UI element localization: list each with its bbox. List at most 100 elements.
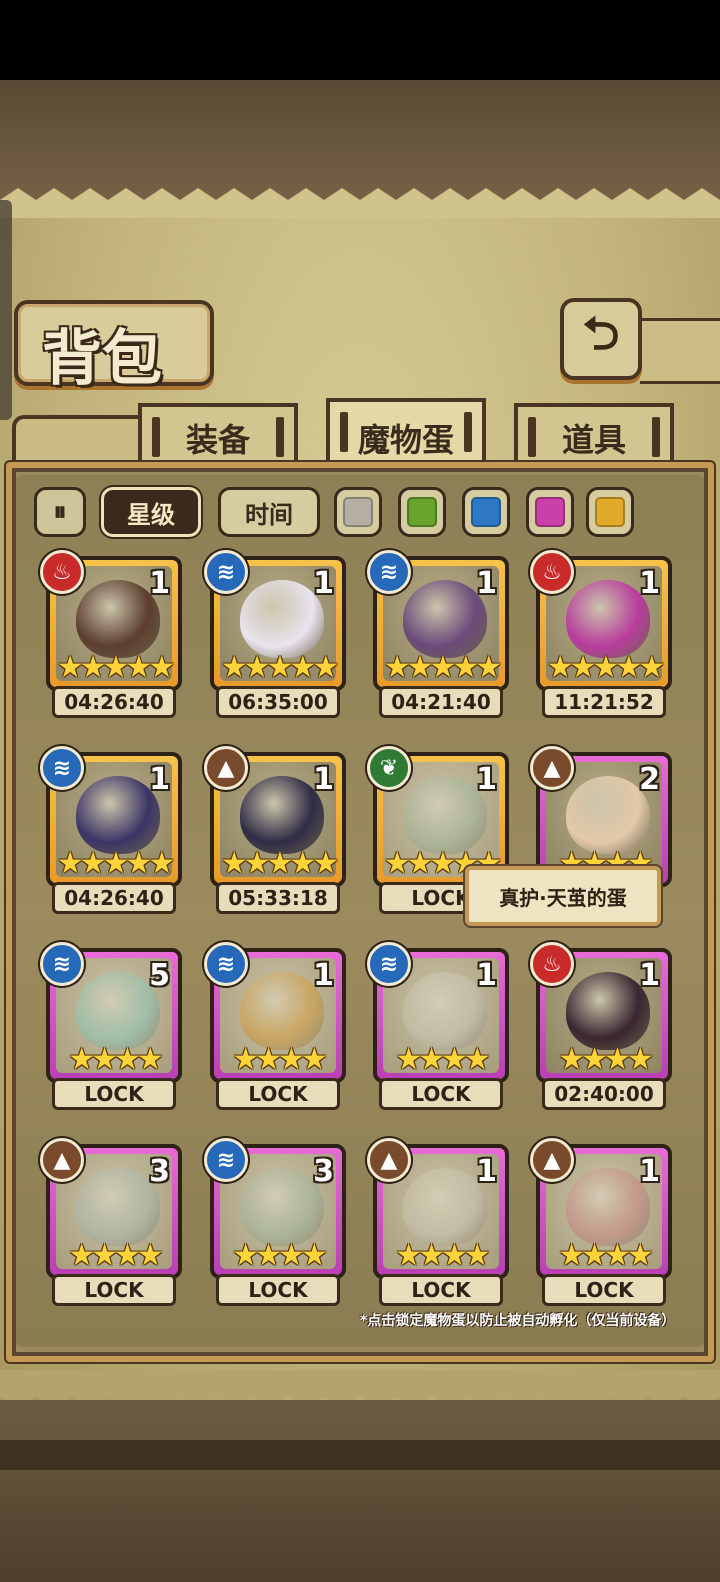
tab-ornament	[528, 417, 536, 457]
tab-strip-left	[12, 415, 142, 467]
star-rating: ★★★★★	[220, 650, 339, 685]
earth-element-icon: ▲	[530, 1138, 574, 1182]
lock-label[interactable]: LOCK	[216, 1078, 340, 1110]
sort-by-time-button[interactable]: 时间	[218, 487, 320, 537]
earth-element-icon: ▲	[367, 1138, 411, 1182]
parchment-torn-edge-top	[0, 188, 720, 218]
star-rating: ★★★★★	[383, 650, 502, 685]
hatch-timer: 04:26:40	[52, 686, 176, 718]
star-rating: ★★★★	[232, 1238, 328, 1273]
water-element-icon: ≋	[204, 942, 248, 986]
monster-egg-image	[403, 580, 487, 658]
page-title-plate: 背包	[14, 300, 214, 394]
monster-egg-image	[403, 972, 487, 1050]
egg-count: 3	[313, 1154, 334, 1189]
star-rating: ★★★★	[395, 1042, 491, 1077]
egg-count: 1	[313, 762, 334, 797]
egg-count: 1	[639, 958, 660, 993]
monster-egg-image	[566, 972, 650, 1050]
egg-count: 2	[639, 762, 660, 797]
monster-egg-image	[240, 972, 324, 1050]
tab-label: 装备	[185, 421, 250, 459]
tab-equipment[interactable]: 装备	[138, 403, 298, 469]
monster-egg-image	[566, 776, 650, 854]
tab-label: 魔物蛋	[357, 421, 454, 459]
star-rating: ★★★★	[558, 1238, 654, 1273]
egg-count: 5	[149, 958, 170, 993]
tab-ornament	[276, 417, 284, 457]
tab-ornament	[340, 412, 348, 452]
grass-element-icon: ❦	[367, 746, 411, 790]
hatch-timer: 04:26:40	[52, 882, 176, 914]
back-button-rail	[640, 318, 720, 384]
color-filter-chip	[343, 497, 373, 527]
monster-egg-image	[76, 776, 160, 854]
egg-count: 1	[639, 1154, 660, 1189]
lock-label[interactable]: LOCK	[379, 1274, 503, 1306]
fire-element-icon: ♨	[40, 550, 84, 594]
water-element-icon: ≋	[367, 550, 411, 594]
lock-label[interactable]: LOCK	[216, 1274, 340, 1306]
map-background-bottom	[0, 1400, 720, 1582]
color-filter-button[interactable]	[334, 487, 382, 537]
lock-label[interactable]: LOCK	[379, 1078, 503, 1110]
back-button[interactable]: ⮌	[560, 298, 642, 380]
tab-ornament	[652, 417, 660, 457]
monster-egg-image	[76, 580, 160, 658]
tab-ornament	[152, 417, 160, 457]
egg-count: 1	[476, 762, 497, 797]
sort-by-star-button[interactable]: 星级	[101, 487, 201, 537]
sort-order-button[interactable]: ⏸	[34, 487, 86, 537]
earth-element-icon: ▲	[40, 1138, 84, 1182]
monster-egg-image	[403, 776, 487, 854]
egg-count: 1	[476, 958, 497, 993]
water-element-icon: ≋	[204, 550, 248, 594]
star-rating: ★★★★	[558, 1042, 654, 1077]
hatch-timer: 02:40:00	[542, 1078, 666, 1110]
color-filter-button[interactable]	[526, 487, 574, 537]
egg-count: 3	[149, 1154, 170, 1189]
bottom-divider	[0, 1440, 720, 1470]
sort-order-icon: ⏸	[53, 496, 67, 527]
star-rating: ★★★★★	[56, 846, 175, 881]
return-icon: ⮌	[582, 306, 620, 360]
star-rating: ★★★★	[68, 1042, 164, 1077]
color-filter-button[interactable]	[398, 487, 446, 537]
color-filter-chip	[535, 497, 565, 527]
hatch-timer: 06:35:00	[216, 686, 340, 718]
egg-count: 1	[639, 566, 660, 601]
lock-label[interactable]: LOCK	[52, 1274, 176, 1306]
monster-egg-image	[240, 1168, 324, 1246]
tab-items[interactable]: 道具	[514, 403, 674, 469]
monster-egg-image	[403, 1168, 487, 1246]
hatch-timer: 05:33:18	[216, 882, 340, 914]
lock-label[interactable]: LOCK	[542, 1274, 666, 1306]
star-rating: ★★★★	[232, 1042, 328, 1077]
color-filter-chip	[595, 497, 625, 527]
hatch-timer: 04:21:40	[379, 686, 503, 718]
color-filter-button[interactable]	[586, 487, 634, 537]
egg-count: 1	[149, 762, 170, 797]
color-filter-button[interactable]	[462, 487, 510, 537]
water-element-icon: ≋	[204, 1138, 248, 1182]
side-drawer-handle[interactable]	[0, 200, 12, 420]
star-rating: ★★★★	[395, 1238, 491, 1273]
hatch-timer: 11:21:52	[542, 686, 666, 718]
egg-count: 1	[149, 566, 170, 601]
egg-count: 1	[476, 566, 497, 601]
earth-element-icon: ▲	[204, 746, 248, 790]
tab-ornament	[464, 412, 472, 452]
color-filter-chip	[407, 497, 437, 527]
star-rating: ★★★★★	[220, 846, 339, 881]
monster-egg-image	[566, 1168, 650, 1246]
water-element-icon: ≋	[367, 942, 411, 986]
egg-name-tooltip: 真护·天茧的蛋	[465, 866, 661, 926]
lock-label[interactable]: LOCK	[52, 1078, 176, 1110]
egg-count: 1	[476, 1154, 497, 1189]
star-rating: ★★★★★	[546, 650, 665, 685]
egg-count: 1	[313, 958, 334, 993]
color-filter-chip	[471, 497, 501, 527]
egg-count: 1	[313, 566, 334, 601]
monster-egg-image	[240, 776, 324, 854]
water-element-icon: ≋	[40, 942, 84, 986]
